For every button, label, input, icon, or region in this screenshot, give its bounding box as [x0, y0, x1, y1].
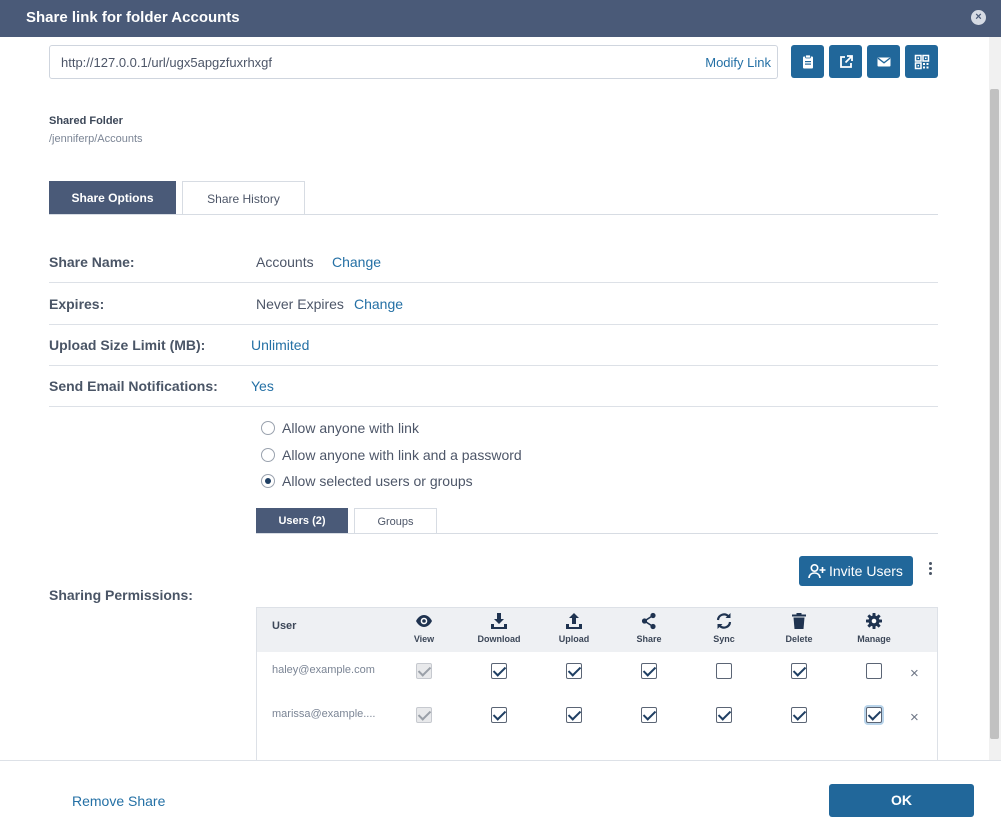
- user-email: haley@example.com: [272, 664, 375, 676]
- expires-label: Expires:: [49, 296, 105, 312]
- checkbox-share[interactable]: [641, 707, 657, 723]
- share-name-value: Accounts: [256, 254, 314, 270]
- column-download: Download: [469, 612, 529, 644]
- trash-icon: [792, 613, 806, 629]
- email-notifications-label: Send Email Notifications:: [49, 378, 218, 394]
- subtab-divider: [256, 533, 938, 534]
- checkbox-download[interactable]: [491, 663, 507, 679]
- checkbox-manage[interactable]: [866, 663, 882, 679]
- checkbox-delete[interactable]: [791, 707, 807, 723]
- upload-limit-row: Upload Size Limit (MB): Unlimited: [49, 324, 938, 366]
- tab-divider: [49, 214, 938, 215]
- share-url-field[interactable]: http://127.0.0.1/url/ugx5apgzfuxrhxgf Mo…: [49, 45, 778, 79]
- column-delete: Delete: [769, 612, 829, 644]
- upload-icon: [566, 613, 582, 629]
- remove-user-icon[interactable]: ×: [910, 709, 919, 726]
- tab-groups[interactable]: Groups: [354, 508, 437, 534]
- column-download-label: Download: [477, 634, 521, 644]
- column-sync: Sync: [694, 612, 754, 644]
- column-sync-label: Sync: [713, 634, 735, 644]
- permissions-table: User View Download Upload Share Sync Del…: [256, 607, 938, 761]
- checkbox-delete[interactable]: [791, 663, 807, 679]
- gear-icon: [866, 613, 882, 629]
- radio-selected-users[interactable]: [261, 474, 275, 488]
- remove-share-button[interactable]: Remove Share: [72, 793, 165, 809]
- checkbox-upload[interactable]: [566, 663, 582, 679]
- remove-user-icon[interactable]: ×: [910, 665, 919, 682]
- permissions-table-header: User View Download Upload Share Sync Del…: [257, 608, 937, 652]
- clipboard-icon: [802, 54, 813, 68]
- upload-limit-label: Upload Size Limit (MB):: [49, 337, 206, 353]
- tab-share-history[interactable]: Share History: [182, 181, 305, 215]
- column-share: Share: [619, 612, 679, 644]
- checkbox-manage[interactable]: [866, 707, 882, 723]
- email-link-button[interactable]: [867, 45, 900, 78]
- invite-users-button[interactable]: Invite Users: [799, 556, 913, 586]
- column-delete-label: Delete: [785, 634, 813, 644]
- email-notifications-link[interactable]: Yes: [251, 378, 274, 394]
- more-options-icon[interactable]: [924, 560, 936, 580]
- qr-code-icon: [914, 54, 929, 69]
- scrollbar-thumb[interactable]: [990, 89, 999, 739]
- expires-row: Expires: Never Expires Change: [49, 283, 938, 325]
- change-expiry-link[interactable]: Change: [354, 296, 403, 312]
- shared-folder-path: /jenniferp/Accounts: [49, 133, 143, 145]
- checkbox-view: [416, 707, 432, 723]
- add-user-icon: [808, 563, 826, 579]
- checkbox-upload[interactable]: [566, 707, 582, 723]
- checkbox-sync[interactable]: [716, 663, 732, 679]
- share-name-label: Share Name:: [49, 254, 135, 270]
- expires-value: Never Expires: [256, 296, 344, 312]
- copy-link-button[interactable]: [791, 45, 824, 78]
- qr-code-button[interactable]: [905, 45, 938, 78]
- email-icon: [877, 57, 890, 66]
- checkbox-sync[interactable]: [716, 707, 732, 723]
- shared-folder-label: Shared Folder: [49, 115, 123, 127]
- share-icon: [641, 612, 656, 630]
- close-icon[interactable]: ×: [971, 10, 986, 25]
- email-notifications-row: Send Email Notifications: Yes: [49, 365, 938, 407]
- column-manage-label: Manage: [857, 634, 891, 644]
- column-share-label: Share: [636, 634, 662, 644]
- invite-users-label: Invite Users: [829, 563, 903, 579]
- dialog-title: Share link for folder Accounts: [26, 9, 240, 26]
- upload-limit-link[interactable]: Unlimited: [251, 337, 309, 353]
- radio-anyone-with-link-label[interactable]: Allow anyone with link: [282, 420, 419, 436]
- sharing-permissions-label: Sharing Permissions:: [49, 587, 193, 603]
- download-icon: [491, 613, 507, 629]
- column-upload: Upload: [544, 612, 604, 644]
- scrollbar[interactable]: [989, 37, 1001, 761]
- checkbox-download[interactable]: [491, 707, 507, 723]
- radio-anyone-with-password-label[interactable]: Allow anyone with link and a password: [282, 447, 522, 463]
- open-external-icon: [839, 54, 853, 68]
- modify-link-button[interactable]: Modify Link: [705, 55, 771, 70]
- column-view: View: [394, 612, 454, 644]
- radio-anyone-with-password[interactable]: [261, 448, 275, 462]
- ok-button[interactable]: OK: [829, 784, 974, 817]
- column-upload-label: Upload: [558, 634, 590, 644]
- column-manage: Manage: [844, 612, 904, 644]
- dialog-footer: Remove Share OK: [0, 760, 1001, 839]
- tab-share-options[interactable]: Share Options: [49, 181, 176, 215]
- change-share-name-link[interactable]: Change: [332, 254, 381, 270]
- radio-selected-users-label[interactable]: Allow selected users or groups: [282, 473, 473, 489]
- tab-users[interactable]: Users (2): [256, 508, 348, 534]
- open-link-button[interactable]: [829, 45, 862, 78]
- radio-anyone-with-link[interactable]: [261, 421, 275, 435]
- column-view-label: View: [413, 634, 435, 644]
- user-column-header: User: [272, 620, 297, 632]
- checkbox-view: [416, 663, 432, 679]
- checkbox-share[interactable]: [641, 663, 657, 679]
- table-row-user-2: marissa@example.... ×: [257, 697, 937, 741]
- dialog-titlebar: Share link for folder Accounts ×: [0, 0, 1001, 37]
- eye-icon: [416, 615, 432, 627]
- share-name-row: Share Name: Accounts Change: [49, 241, 938, 283]
- sync-icon: [716, 613, 732, 629]
- user-email: marissa@example....: [272, 708, 376, 720]
- table-row-user-1: haley@example.com ×: [257, 653, 937, 697]
- share-url-text[interactable]: http://127.0.0.1/url/ugx5apgzfuxrhxgf: [61, 55, 272, 70]
